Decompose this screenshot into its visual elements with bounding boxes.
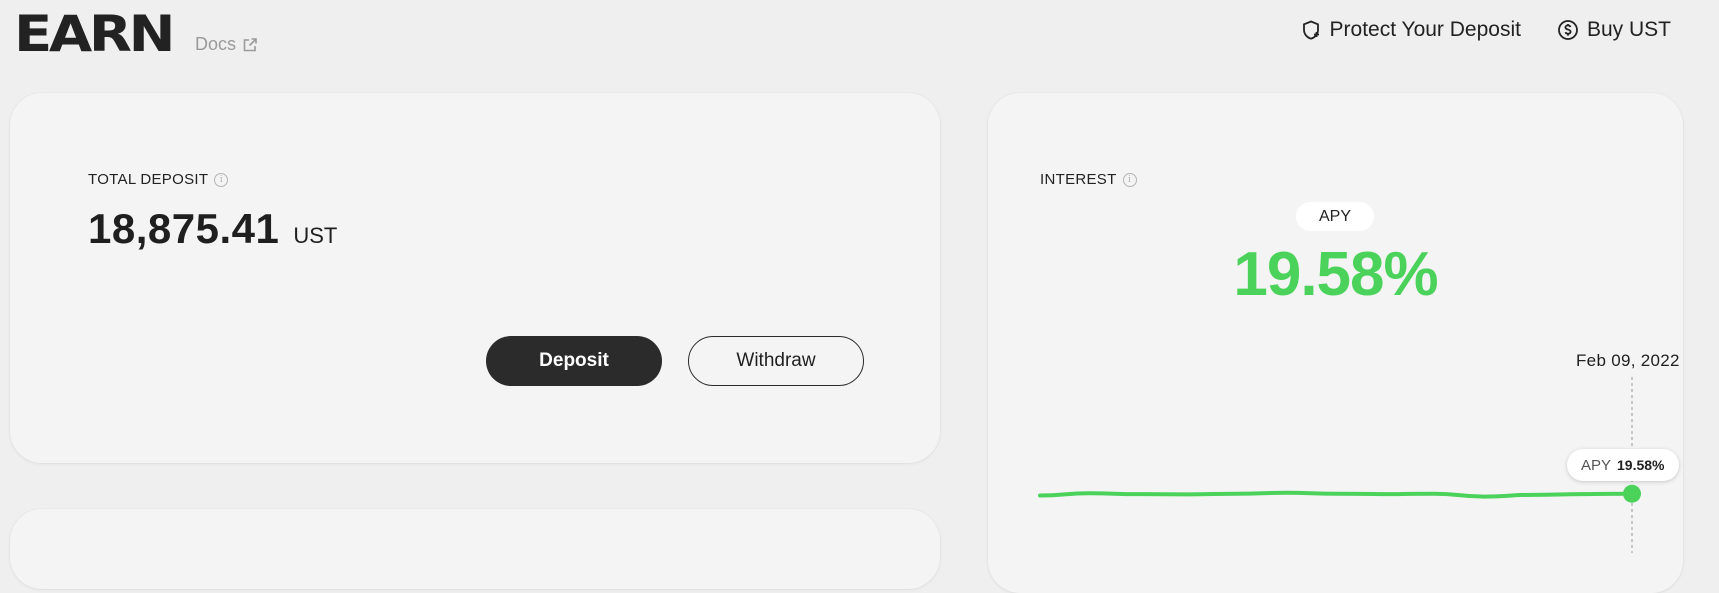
interest-card: INTEREST i APY 19.58% Feb 09, 2022 APY 1… xyxy=(988,93,1683,593)
deposit-unit: UST xyxy=(293,223,338,248)
docs-label: Docs xyxy=(195,34,237,54)
total-deposit-card: TOTAL DEPOSIT i 18,875.41 UST Deposit Wi… xyxy=(10,93,940,463)
page-logo: EARN xyxy=(14,5,176,63)
protect-deposit-button[interactable]: Protect Your Deposit xyxy=(1300,18,1521,42)
dollar-circle-icon xyxy=(1558,20,1578,40)
total-deposit-heading: TOTAL DEPOSIT i xyxy=(88,171,229,188)
withdraw-button[interactable]: Withdraw xyxy=(688,336,864,386)
external-link-icon xyxy=(243,37,257,51)
shield-plus-icon xyxy=(1302,20,1319,40)
info-icon[interactable]: i xyxy=(214,172,229,187)
apy-series-line xyxy=(1038,490,1634,499)
header: EARN Docs Protect Your Deposit Buy UST xyxy=(0,0,1719,80)
secondary-card xyxy=(10,509,940,589)
deposit-value: 18,875.41 xyxy=(88,205,280,252)
chart-hover-date: Feb 09, 2022 xyxy=(1576,351,1680,370)
protect-deposit-label: Protect Your Deposit xyxy=(1329,18,1521,41)
total-deposit-label: TOTAL DEPOSIT xyxy=(88,171,209,188)
buy-ust-button[interactable]: Buy UST xyxy=(1557,18,1671,42)
apy-highlight-point[interactable] xyxy=(1623,484,1641,503)
header-actions: Protect Your Deposit Buy UST xyxy=(1300,18,1671,42)
docs-link[interactable]: Docs xyxy=(195,34,258,55)
buy-ust-label: Buy UST xyxy=(1586,18,1671,41)
deposit-button[interactable]: Deposit xyxy=(486,336,662,386)
tooltip-label: APY xyxy=(1581,456,1612,474)
chart-tooltip: APY 19.58% xyxy=(1567,449,1679,481)
deposit-amount: 18,875.41 UST xyxy=(88,205,337,253)
tooltip-value: 19.58% xyxy=(1617,457,1665,473)
